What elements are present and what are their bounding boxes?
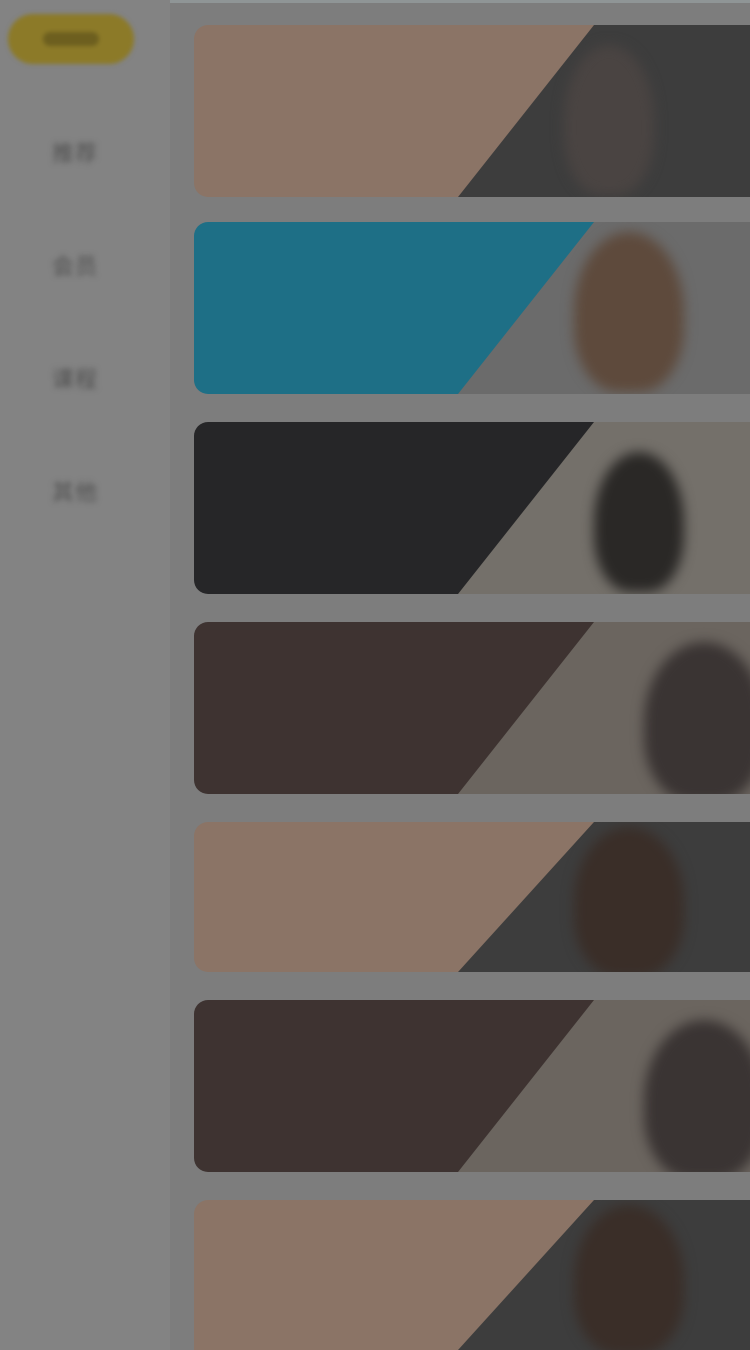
course-card[interactable] [194, 622, 750, 794]
course-card[interactable] [194, 422, 750, 594]
sidebar-item-3[interactable]: 课程 [28, 358, 122, 398]
course-card[interactable] [194, 25, 750, 197]
course-card[interactable] [194, 222, 750, 394]
course-card[interactable] [194, 1000, 750, 1172]
app-screen: 推荐 会员 课程 其他 [0, 0, 750, 1350]
sidebar-item-2[interactable]: 会员 [28, 245, 122, 285]
sidebar-item-label: 推荐 [51, 141, 98, 166]
sidebar-item-label: 课程 [51, 367, 98, 392]
badge-label-shape [43, 32, 99, 46]
sidebar-item-4[interactable]: 其他 [28, 471, 122, 511]
sidebar-item-1[interactable]: 推荐 [28, 132, 122, 172]
course-card[interactable] [194, 822, 750, 972]
sidebar: 推荐 会员 课程 其他 [0, 0, 170, 1350]
sidebar-item-label: 其他 [51, 480, 98, 505]
course-card[interactable] [194, 1200, 750, 1350]
sidebar-badge-button[interactable] [8, 14, 134, 64]
sidebar-item-label: 会员 [51, 254, 98, 279]
